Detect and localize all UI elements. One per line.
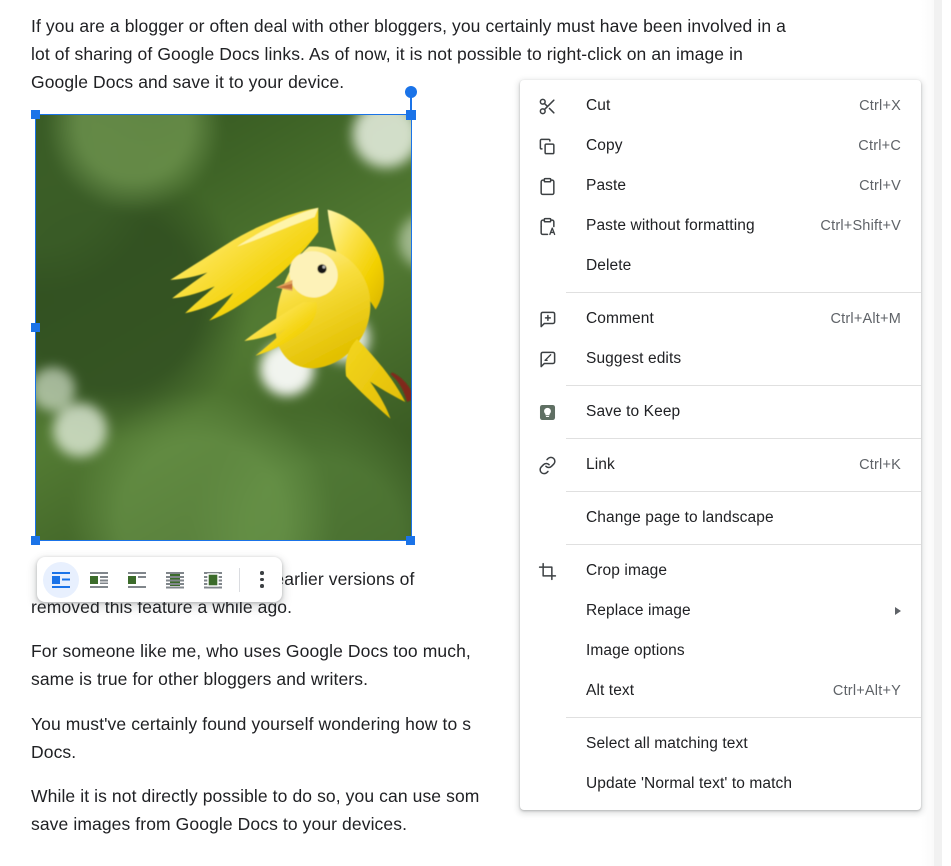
- menu-label: Paste: [586, 177, 627, 194]
- resize-handle-bottom-middle[interactable]: [406, 536, 415, 545]
- menu-separator: [566, 544, 921, 545]
- link-icon: [538, 453, 566, 477]
- page-right-shadow: [921, 0, 934, 866]
- menu-item-link[interactable]: Link Ctrl+K: [520, 445, 921, 485]
- menu-accelerator: Ctrl+Alt+Y: [832, 683, 901, 699]
- menu-accelerator: Ctrl+K: [859, 457, 901, 473]
- inline-icon: [52, 571, 70, 588]
- menu-separator: [566, 438, 921, 439]
- toolbar-separator: [239, 567, 240, 592]
- toolbar-break-text-button[interactable]: [119, 562, 155, 598]
- menu-item-copy[interactable]: Copy Ctrl+C: [520, 126, 921, 166]
- resize-handle-middle-left[interactable]: [31, 323, 40, 332]
- submenu-arrow-icon: [895, 607, 901, 615]
- menu-accelerator: Ctrl+X: [859, 98, 901, 114]
- menu-item-update-normal-text-to-match[interactable]: Update 'Normal text' to match: [520, 764, 921, 804]
- menu-label: Delete: [586, 257, 632, 274]
- menu-item-comment[interactable]: Comment Ctrl+Alt+M: [520, 299, 921, 339]
- menu-label: Paste without formatting: [586, 217, 755, 234]
- canary-bird-illustration: [170, 207, 411, 419]
- no-icon: [538, 772, 566, 796]
- menu-item-image-options[interactable]: Image options: [520, 631, 921, 671]
- image-options-toolbar[interactable]: [37, 557, 282, 602]
- menu-label: Update 'Normal text' to match: [586, 775, 793, 792]
- page-scrollbar-gutter[interactable]: [934, 0, 942, 866]
- toolbar-more-options-button[interactable]: [248, 562, 276, 598]
- menu-accelerator: Ctrl+Shift+V: [820, 218, 901, 234]
- clipboard-icon: [538, 174, 566, 198]
- menu-label: Alt text: [586, 682, 635, 699]
- toolbar-inline-button[interactable]: [43, 561, 79, 598]
- menu-accelerator: Ctrl+C: [858, 138, 901, 154]
- behind-text-icon: [166, 571, 184, 588]
- menu-label: Suggest edits: [586, 350, 682, 367]
- menu-item-paste[interactable]: Paste Ctrl+V: [520, 166, 921, 206]
- menu-item-suggest-edits[interactable]: Suggest edits: [520, 339, 921, 379]
- no-icon: [538, 679, 566, 703]
- menu-label: Cut: [586, 97, 611, 114]
- no-icon: [538, 254, 566, 278]
- scissors-icon: [538, 94, 566, 118]
- more-dot: [260, 571, 264, 575]
- menu-label: Comment: [586, 310, 654, 327]
- toolbar-behind-text-button[interactable]: [157, 562, 193, 598]
- menu-item-select-all-matching-text[interactable]: Select all matching text: [520, 724, 921, 764]
- more-dot: [260, 584, 264, 588]
- resize-handle-top-left[interactable]: [31, 110, 40, 119]
- menu-label: Select all matching text: [586, 735, 748, 752]
- selected-image-container[interactable]: [31, 110, 415, 545]
- menu-item-alt-text[interactable]: Alt text Ctrl+Alt+Y: [520, 671, 921, 711]
- menu-item-delete[interactable]: Delete: [520, 246, 921, 286]
- menu-accelerator: Ctrl+Alt+M: [830, 311, 901, 327]
- no-icon: [538, 506, 566, 530]
- toolbar-wrap-text-button[interactable]: [81, 562, 117, 598]
- menu-label: Copy: [586, 137, 623, 154]
- no-icon: [538, 732, 566, 756]
- toolbar-in-front-of-text-button[interactable]: [195, 562, 231, 598]
- clipboard-text-icon: [538, 214, 566, 238]
- menu-separator: [566, 292, 921, 293]
- wrap-text-icon: [90, 571, 108, 588]
- menu-label: Replace image: [586, 602, 691, 619]
- anchor-square-icon: [406, 110, 416, 120]
- menu-item-cut[interactable]: Cut Ctrl+X: [520, 86, 921, 126]
- menu-separator: [566, 491, 921, 492]
- menu-label: Change page to landscape: [586, 509, 774, 526]
- image-anchor-marker[interactable]: [405, 86, 417, 120]
- menu-item-change-page-to-landscape[interactable]: Change page to landscape: [520, 498, 921, 538]
- suggest-edits-icon: [538, 347, 566, 371]
- comment-icon: [538, 307, 566, 331]
- menu-label: Save to Keep: [586, 403, 681, 420]
- resize-handle-bottom-left[interactable]: [31, 536, 40, 545]
- document-image[interactable]: [35, 114, 412, 541]
- keep-icon: [538, 400, 566, 424]
- copy-icon: [538, 134, 566, 158]
- no-icon: [538, 639, 566, 663]
- menu-separator: [566, 385, 921, 386]
- context-menu[interactable]: Cut Ctrl+X Copy Ctrl+C Paste Ctrl+V Past…: [520, 80, 921, 810]
- menu-item-crop-image[interactable]: Crop image: [520, 551, 921, 591]
- menu-separator: [566, 717, 921, 718]
- crop-icon: [538, 559, 566, 583]
- menu-accelerator: Ctrl+V: [859, 178, 901, 194]
- menu-label: Crop image: [586, 562, 668, 579]
- more-dot: [260, 577, 264, 582]
- in-front-of-text-icon: [204, 571, 222, 588]
- no-icon: [538, 599, 566, 623]
- menu-item-save-to-keep[interactable]: Save to Keep: [520, 392, 921, 432]
- menu-item-replace-image[interactable]: Replace image: [520, 591, 921, 631]
- menu-label: Link: [586, 456, 615, 473]
- break-text-icon: [128, 571, 146, 588]
- menu-label: Image options: [586, 642, 685, 659]
- menu-item-paste-without-formatting[interactable]: Paste without formatting Ctrl+Shift+V: [520, 206, 921, 246]
